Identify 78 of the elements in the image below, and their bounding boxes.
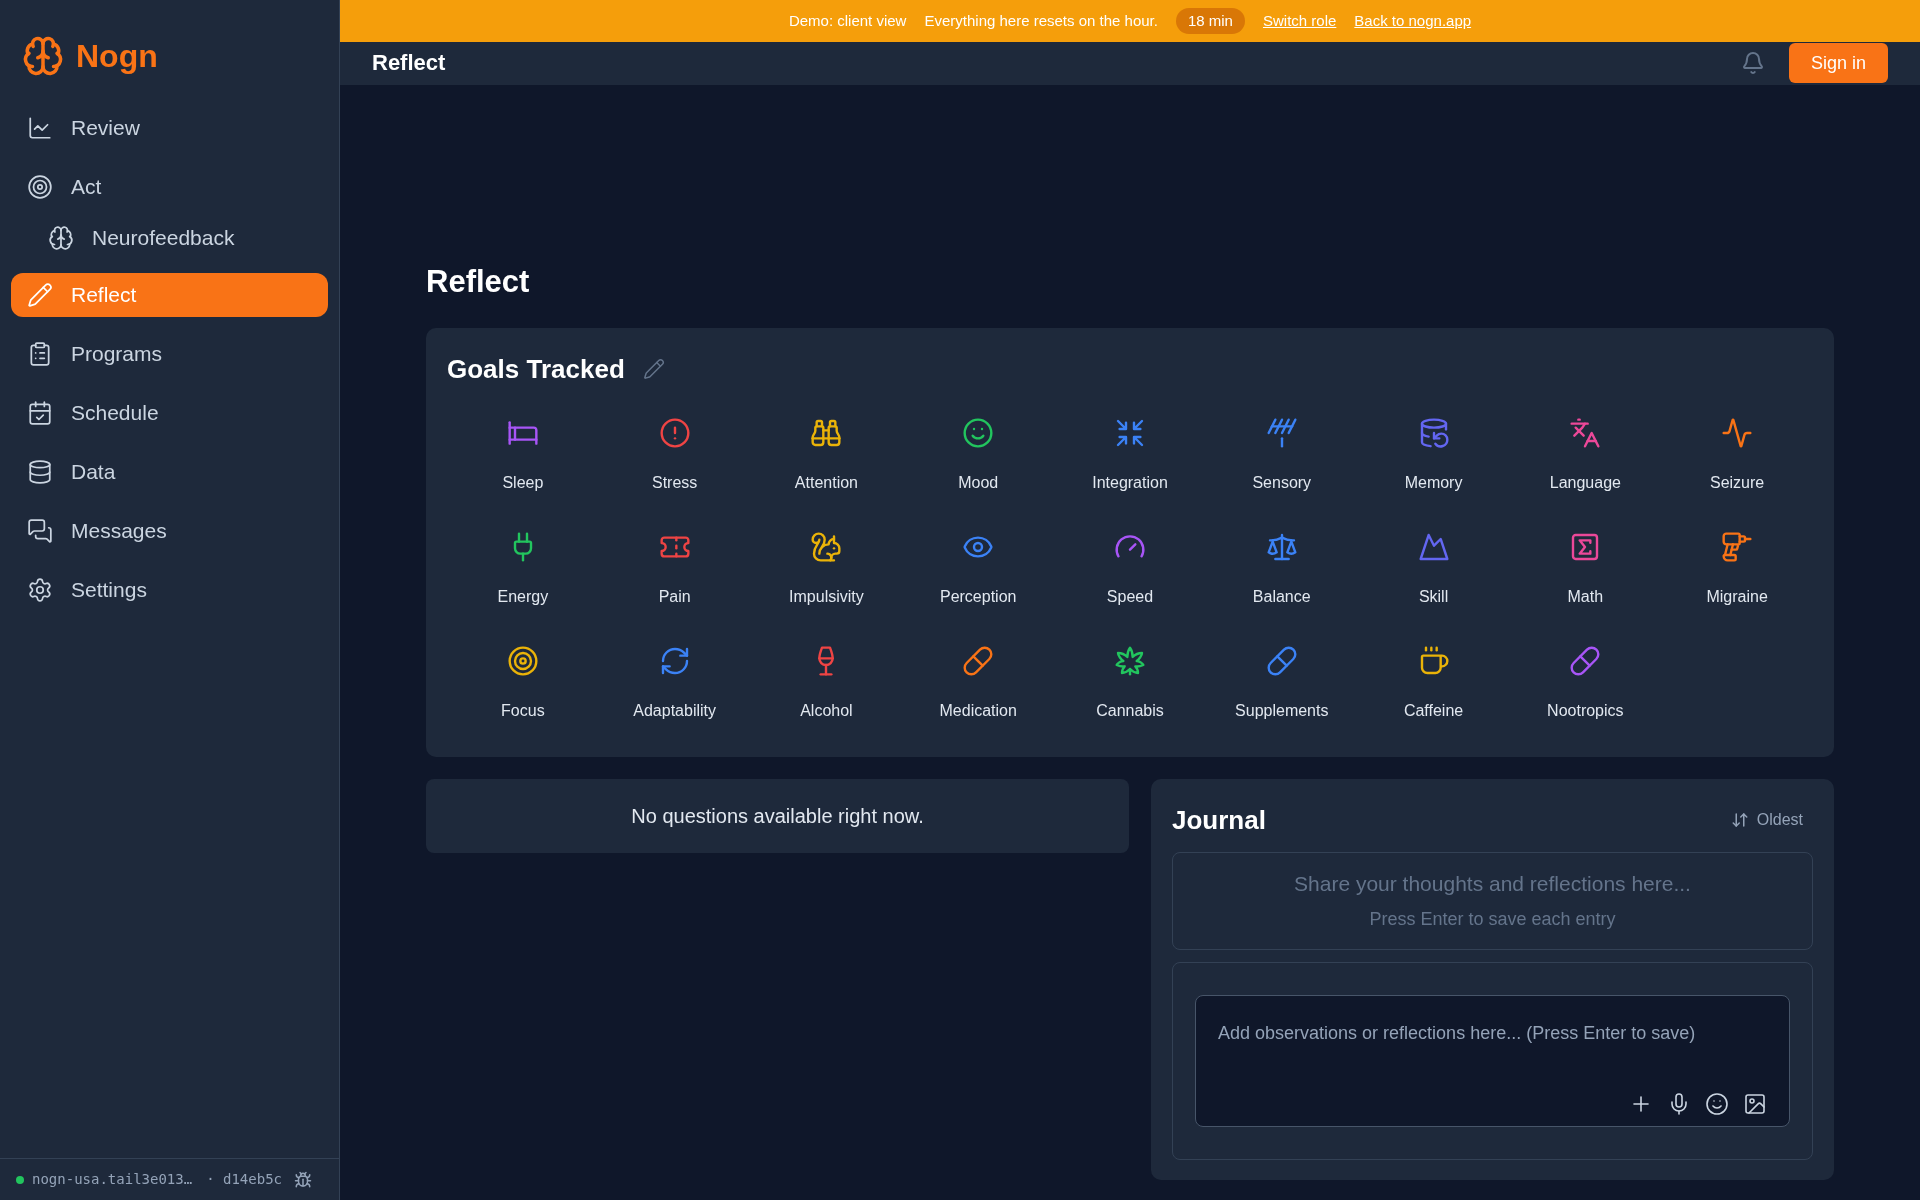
target-icon bbox=[27, 174, 53, 200]
host-name: nogn-usa.tail3e013… bbox=[32, 1170, 193, 1189]
goal-label: Adaptability bbox=[633, 700, 716, 721]
smile-icon[interactable] bbox=[962, 416, 995, 449]
goals-title: Goals Tracked bbox=[447, 352, 625, 386]
reset-note: Everything here resets on the hour. bbox=[924, 10, 1158, 31]
pulse-icon[interactable] bbox=[1721, 416, 1754, 449]
emoji-icon[interactable] bbox=[1705, 1091, 1729, 1116]
clipboard-icon bbox=[27, 341, 53, 367]
goal-label: Attention bbox=[794, 472, 858, 493]
goal-label: Speed bbox=[1106, 586, 1154, 607]
goal-label: Supplements bbox=[1235, 700, 1329, 721]
page-title: Reflect bbox=[426, 263, 531, 301]
image-icon[interactable] bbox=[1743, 1091, 1767, 1116]
goal-label: Integration bbox=[1092, 472, 1168, 493]
nav-item[interactable]: Data bbox=[11, 450, 328, 494]
antenna-icon[interactable] bbox=[1265, 416, 1298, 449]
bell-icon[interactable] bbox=[1740, 51, 1765, 75]
pencil-icon bbox=[27, 282, 53, 308]
calendar-icon bbox=[27, 400, 53, 426]
demo-mode: Demo: client view bbox=[788, 10, 907, 31]
goal-label: Alcohol bbox=[800, 700, 853, 721]
settings-icon bbox=[27, 577, 53, 603]
header-title: Reflect bbox=[372, 49, 446, 77]
journal-input[interactable]: Add observations or reflections here... (Press Enter to save) bbox=[1195, 994, 1790, 1127]
leaf-icon[interactable] bbox=[1114, 644, 1146, 677]
goal-label: Sensory bbox=[1252, 472, 1312, 493]
goal-label: Nootropics bbox=[1547, 700, 1624, 721]
empty-message: No questions available right now. bbox=[631, 803, 924, 829]
brain-logo-icon bbox=[22, 35, 64, 77]
nav-item[interactable]: Schedule bbox=[11, 391, 328, 435]
goal-label: Cannabis bbox=[1096, 700, 1164, 721]
journal-textarea[interactable]: Add observations or reflections here... (Press Enter to save) bbox=[1218, 1017, 1708, 1084]
edit-icon[interactable] bbox=[642, 358, 665, 380]
squirrel-icon[interactable] bbox=[810, 530, 843, 563]
goal-label: Balance bbox=[1252, 586, 1311, 607]
goal-label: Seizure bbox=[1709, 472, 1765, 493]
goal-label: Medication bbox=[939, 700, 1017, 721]
timer-badge: 18 min bbox=[1175, 7, 1245, 35]
nav-item[interactable]: Programs bbox=[11, 332, 328, 376]
goal-label: Stress bbox=[652, 472, 698, 493]
pill-icon[interactable] bbox=[962, 644, 995, 677]
nav-item[interactable]: Settings bbox=[11, 568, 328, 612]
goal-label: Migraine bbox=[1706, 586, 1768, 607]
goal-label: Language bbox=[1549, 472, 1621, 493]
chat-icon bbox=[27, 518, 53, 544]
pill-icon[interactable] bbox=[1569, 644, 1602, 677]
goal-label: Focus bbox=[501, 700, 545, 721]
translate-icon[interactable] bbox=[1569, 416, 1602, 449]
sort-icon bbox=[1730, 811, 1749, 829]
nav-item[interactable]: Review bbox=[11, 106, 328, 150]
journal-title: Journal bbox=[1172, 803, 1266, 837]
goal-label: Skill bbox=[1418, 586, 1449, 607]
database-icon bbox=[27, 459, 53, 485]
chart-icon bbox=[27, 115, 53, 141]
drill-icon[interactable] bbox=[1721, 530, 1754, 563]
goal-label: Mood bbox=[958, 472, 999, 493]
sort-button[interactable]: Oldest bbox=[1730, 808, 1813, 832]
goal-label: Perception bbox=[939, 586, 1017, 607]
pill-icon[interactable] bbox=[1265, 644, 1298, 677]
brain-icon bbox=[48, 225, 74, 251]
empty-journal-title: Share your thoughts and reflections here... bbox=[1294, 871, 1691, 898]
goal-label: Sleep bbox=[502, 472, 544, 493]
goal-label: Math bbox=[1567, 586, 1604, 607]
nav-item[interactable]: Act bbox=[11, 165, 328, 209]
goal-label: Pain bbox=[658, 586, 691, 607]
bug-icon[interactable] bbox=[294, 1170, 312, 1189]
goal-label: Impulsivity bbox=[789, 586, 864, 607]
goal-label: Caffeine bbox=[1403, 700, 1464, 721]
alert-icon[interactable] bbox=[658, 416, 691, 449]
nav-subitem[interactable]: Neurofeedback bbox=[11, 218, 328, 258]
app-logo: Nogn bbox=[76, 37, 158, 76]
empty-journal-hint: Press Enter to save each entry bbox=[1369, 907, 1616, 931]
goal-label: Energy bbox=[497, 586, 549, 607]
target-icon[interactable] bbox=[506, 644, 539, 677]
commit-hash: · d14eb5c bbox=[206, 1170, 282, 1189]
goal-label: Memory bbox=[1404, 472, 1463, 493]
nav-item[interactable]: Messages bbox=[11, 509, 328, 553]
